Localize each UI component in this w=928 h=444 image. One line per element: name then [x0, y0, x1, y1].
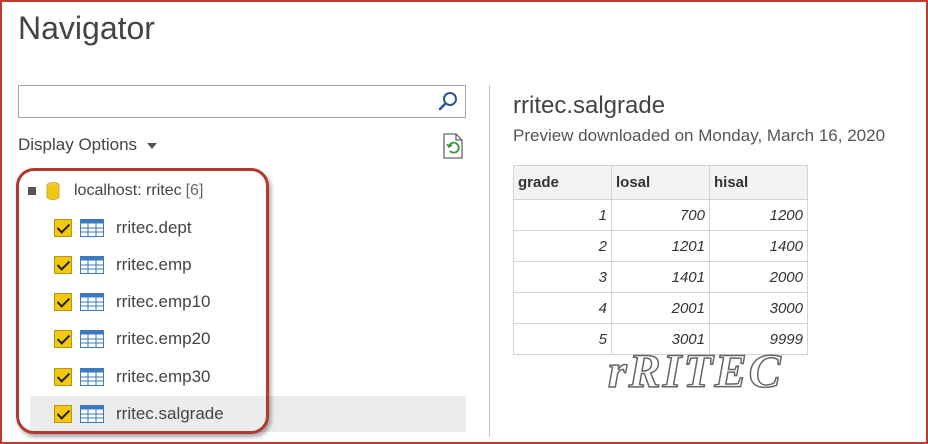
checkbox-checked-icon[interactable]: [54, 293, 72, 311]
preview-table: grade losal hisal 1 700 1200 2 1201 1400…: [513, 165, 808, 355]
tree-item-label: rritec.emp10: [116, 292, 211, 311]
table-row: 1 700 1200: [513, 199, 808, 231]
display-options-label: Display Options: [18, 135, 138, 154]
column-header[interactable]: grade: [513, 165, 612, 200]
table-icon: [80, 405, 104, 423]
checkbox-checked-icon[interactable]: [54, 219, 72, 237]
database-icon: [46, 182, 60, 200]
column-header[interactable]: hisal: [709, 165, 808, 200]
tree-item-label: rritec.emp: [116, 255, 192, 274]
checkbox-checked-icon[interactable]: [54, 405, 72, 423]
table-cell: 2000: [709, 261, 808, 293]
table-cell: 3: [513, 261, 612, 293]
tree-item-rritec-emp[interactable]: rritec.emp: [30, 247, 466, 283]
display-options-dropdown[interactable]: Display Options: [18, 135, 158, 155]
table-icon: [80, 293, 104, 311]
tree-item-label: rritec.dept: [116, 218, 192, 237]
tree-root-count: [6]: [185, 182, 204, 199]
table-cell: 3000: [709, 292, 808, 324]
table-cell: 1: [513, 199, 612, 231]
table-cell: 700: [611, 199, 710, 231]
pane-divider[interactable]: [489, 85, 490, 437]
search-input[interactable]: [18, 85, 466, 118]
expand-collapse-icon[interactable]: [28, 187, 36, 195]
table-header-row: grade losal hisal: [513, 165, 808, 200]
search-icon[interactable]: [437, 91, 459, 113]
preview-title: rritec.salgrade: [513, 92, 666, 119]
table-cell: 5: [513, 323, 612, 355]
watermark-logo: rRITEC: [607, 344, 783, 399]
table-icon: [80, 368, 104, 386]
column-header[interactable]: losal: [611, 165, 710, 200]
table-icon: [80, 330, 104, 348]
tree-item-rritec-dept[interactable]: rritec.dept: [30, 210, 466, 246]
tree-item-rritec-emp10[interactable]: rritec.emp10: [30, 284, 466, 320]
window-title: Navigator: [18, 10, 155, 46]
table-cell: 2: [513, 230, 612, 262]
refresh-icon[interactable]: [441, 133, 465, 159]
table-cell: 2001: [611, 292, 710, 324]
tree-item-label: rritec.emp20: [116, 329, 211, 348]
preview-subtitle: Preview downloaded on Monday, March 16, …: [513, 126, 886, 145]
tree-item-rritec-emp30[interactable]: rritec.emp30: [30, 359, 466, 395]
tree-item-label: rritec.salgrade: [116, 404, 224, 423]
table-cell: 1400: [709, 230, 808, 262]
table-cell: 1201: [611, 230, 710, 262]
table-icon: [80, 256, 104, 274]
checkbox-checked-icon[interactable]: [54, 330, 72, 348]
table-row: 4 2001 3000: [513, 292, 808, 324]
table-icon: [80, 219, 104, 237]
tree-item-rritec-emp20[interactable]: rritec.emp20: [30, 321, 466, 357]
tree-item-label: rritec.emp30: [116, 367, 211, 386]
checkbox-checked-icon[interactable]: [54, 368, 72, 386]
table-row: 2 1201 1400: [513, 230, 808, 262]
chevron-down-icon: [147, 143, 158, 149]
checkbox-checked-icon[interactable]: [54, 256, 72, 274]
table-cell: 1200: [709, 199, 808, 231]
table-cell: 4: [513, 292, 612, 324]
tree-root-localhost[interactable]: localhost: rritec [6]: [28, 178, 203, 204]
table-row: 3 1401 2000: [513, 261, 808, 293]
tree-root-label: localhost: rritec: [74, 182, 182, 199]
tree-item-rritec-salgrade[interactable]: rritec.salgrade: [30, 396, 466, 432]
table-cell: 1401: [611, 261, 710, 293]
